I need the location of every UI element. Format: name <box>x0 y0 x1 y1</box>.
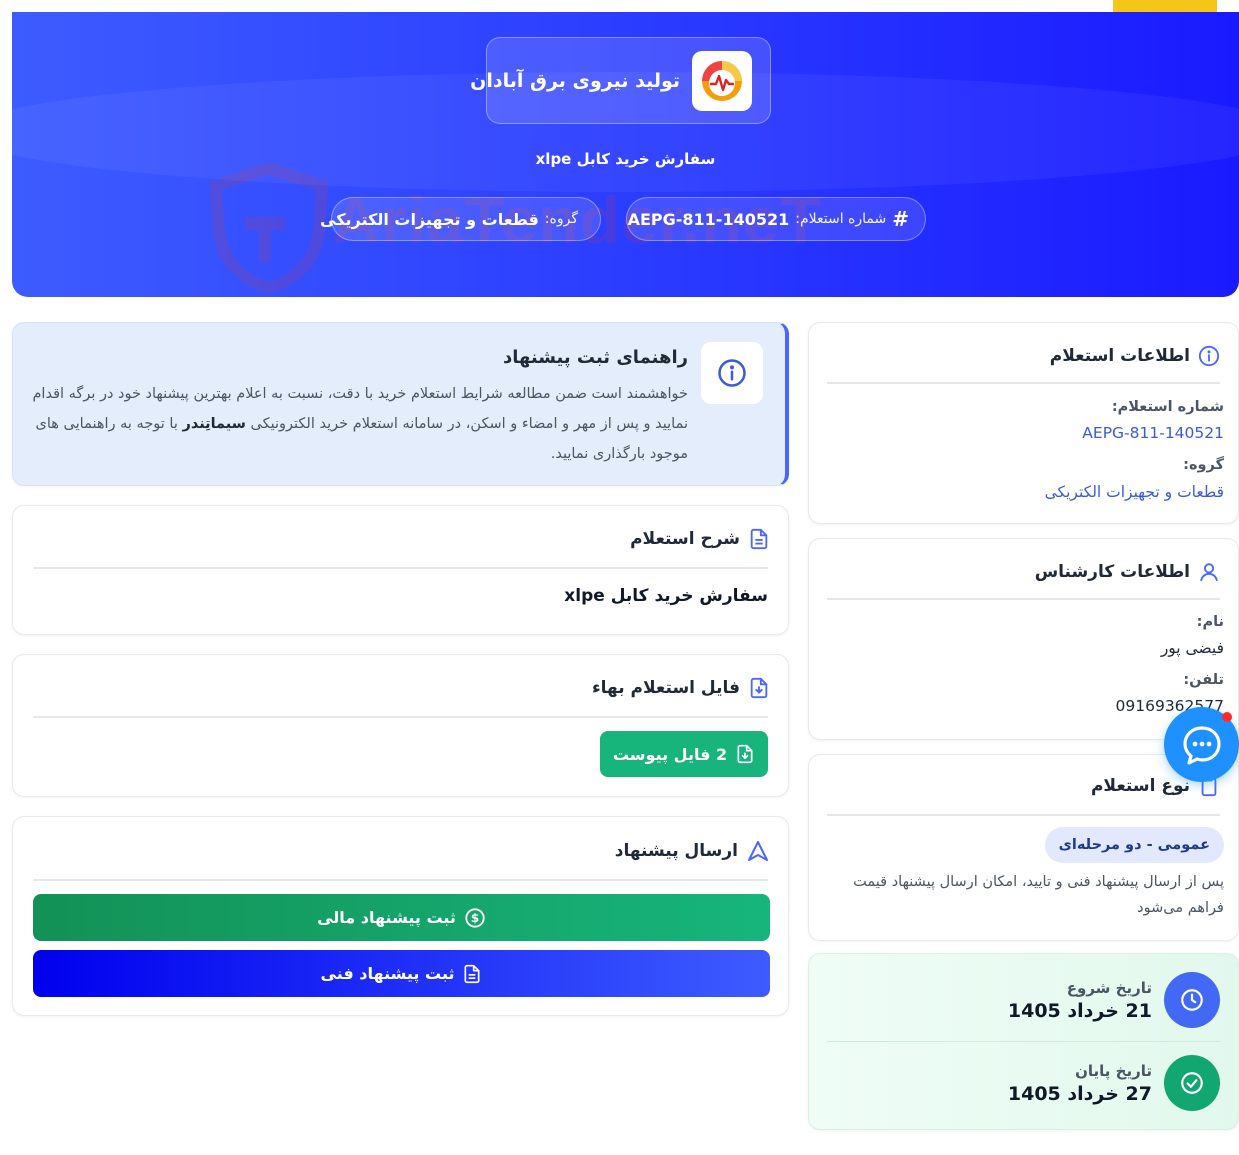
end-date-value: 27 خرداد 1405 <box>1007 1082 1152 1105</box>
start-date-value: 21 خرداد 1405 <box>1007 999 1152 1022</box>
guide-icon-box <box>701 342 763 404</box>
top-bar <box>0 0 1239 12</box>
guide-text-brand: سیماتِندر <box>182 416 246 432</box>
brand-name: تولید نیروی برق آبادان <box>470 69 680 92</box>
chat-bubble-icon <box>1182 725 1221 765</box>
group-label: گروه: <box>544 211 578 227</box>
top-accent-tab[interactable] <box>1113 0 1217 12</box>
hero-banner: AriaTender.neT تولید نیروی برق آبادان سف… <box>12 12 1239 297</box>
hero-subtitle: سفارش خرید کابل xlpe <box>535 150 716 168</box>
inquiry-number-field-value[interactable]: AEPG-811-140521 <box>1082 424 1224 442</box>
description-title-text: شرح استعلام <box>630 529 740 549</box>
info-icon <box>1198 345 1220 367</box>
submit-offer-card: ارسال پیشنهاد $ ثبت پیشنهاد مالی ثبت پیش… <box>12 816 789 1016</box>
brand-card: تولید نیروی برق آبادان <box>470 37 771 124</box>
price-inquiry-file-card: فایل استعلام بهاء 2 فایل پیوست <box>12 654 789 797</box>
divider <box>33 567 768 569</box>
inquiry-info-title-text: اطلاعات استعلام <box>1049 346 1190 366</box>
power-plant-logo-icon <box>702 60 742 101</box>
inquiry-type-badge: عمومی - دو مرحله‌ای <box>1044 827 1224 863</box>
divider <box>33 879 768 881</box>
description-title: شرح استعلام <box>630 528 770 550</box>
guide-title: راهنمای ثبت پیشنهاد <box>502 347 688 368</box>
attachments-button[interactable]: 2 فایل پیوست <box>600 731 768 777</box>
start-date-label: تاریخ شروع <box>1066 978 1152 997</box>
submission-guide-card: راهنمای ثبت پیشنهاد خواهشمند است ضمن مطا… <box>12 322 789 486</box>
files-title: فایل استعلام بهاء <box>592 677 770 699</box>
user-icon <box>1200 563 1218 582</box>
divider <box>827 598 1220 600</box>
inquiry-type-description: پس از ارسال پیشنهاد فنی و تایید، امکان ا… <box>853 874 1224 916</box>
file-download-icon <box>737 744 753 764</box>
inquiry-type-card: نوع استعلام عمومی - دو مرحله‌ای پس از ار… <box>808 754 1239 941</box>
group-chip: گروه: قطعات و تجهیزات الکتریکی <box>320 197 601 241</box>
start-date-row: تاریخ شروع 21 خرداد 1405 <box>1008 972 1220 1028</box>
clock-icon <box>1181 989 1203 1011</box>
dollar-icon: $ <box>465 907 485 928</box>
group-value: قطعات و تجهیزات الکتریکی <box>320 209 539 229</box>
start-date-texts: تاریخ شروع 21 خرداد 1405 <box>1008 979 1152 1022</box>
inquiry-type-title-text: نوع استعلام <box>1090 776 1190 796</box>
inquiry-info-title: اطلاعات استعلام <box>1050 345 1220 367</box>
expert-phone-label: تلفن: <box>1183 672 1224 688</box>
document-icon <box>464 964 480 983</box>
info-icon <box>718 359 746 387</box>
submit-title-text: ارسال پیشنهاد <box>614 841 738 861</box>
check-circle-icon <box>1181 1072 1203 1094</box>
start-date-badge <box>1164 972 1220 1028</box>
technical-offer-label: ثبت پیشنهاد فنی <box>320 964 455 983</box>
end-date-label: تاریخ پایان <box>1075 1061 1152 1080</box>
inquiry-number-field-label: شماره استعلام: <box>1111 399 1224 415</box>
group-field-value[interactable]: قطعات و تجهیزات الکتریکی <box>1045 483 1224 501</box>
document-icon <box>750 528 768 550</box>
expert-name-value: فیضی پور <box>1160 639 1224 657</box>
end-date-row: تاریخ پایان 27 خرداد 1405 <box>1008 1055 1220 1111</box>
expert-info-title: اطلاعات کارشناس <box>1035 561 1220 583</box>
divider <box>33 716 768 718</box>
hash-icon: # <box>892 207 909 231</box>
brand-logo <box>692 50 752 111</box>
expert-info-card: اطلاعات کارشناس نام: فیضی پور تلفن: 0916… <box>808 538 1239 740</box>
chat-notification-dot <box>1222 712 1232 722</box>
divider <box>827 382 1220 384</box>
submit-technical-offer-button[interactable]: ثبت پیشنهاد فنی <box>33 950 770 997</box>
expert-info-title-text: اطلاعات کارشناس <box>1034 562 1190 582</box>
description-text: سفارش خرید کابل xlpe <box>564 586 768 606</box>
end-date-texts: تاریخ پایان 27 خرداد 1405 <box>1008 1062 1152 1105</box>
group-field-label: گروه: <box>1183 457 1224 473</box>
file-download-icon <box>750 677 768 699</box>
svg-text:$: $ <box>471 911 479 925</box>
inquiry-description-card: شرح استعلام سفارش خرید کابل xlpe <box>12 505 789 635</box>
watermark-shield-icon <box>209 161 329 295</box>
inquiry-number-label: شماره استعلام: <box>795 211 887 227</box>
expert-name-label: نام: <box>1196 614 1224 630</box>
attachments-button-label: 2 فایل پیوست <box>612 744 728 764</box>
submit-title: ارسال پیشنهاد <box>615 839 770 863</box>
end-date-badge <box>1164 1055 1220 1111</box>
inquiry-number-chip: # شماره استعلام: AEPG-811-140521 <box>626 197 926 241</box>
financial-offer-label: ثبت پیشنهاد مالی <box>317 908 456 927</box>
guide-text: خواهشمند است ضمن مطالعه شرایط استعلام خر… <box>28 379 688 469</box>
inquiry-number-value: AEPG-811-140521 <box>627 209 790 229</box>
divider <box>827 814 1220 816</box>
inquiry-info-card: اطلاعات استعلام شماره استعلام: AEPG-811-… <box>808 322 1239 524</box>
files-title-text: فایل استعلام بهاء <box>591 678 740 698</box>
send-icon <box>748 841 768 861</box>
divider <box>827 1041 1220 1042</box>
dates-card: تاریخ شروع 21 خرداد 1405 تاریخ پایان 27 … <box>808 953 1239 1130</box>
submit-financial-offer-button[interactable]: $ ثبت پیشنهاد مالی <box>33 894 770 941</box>
